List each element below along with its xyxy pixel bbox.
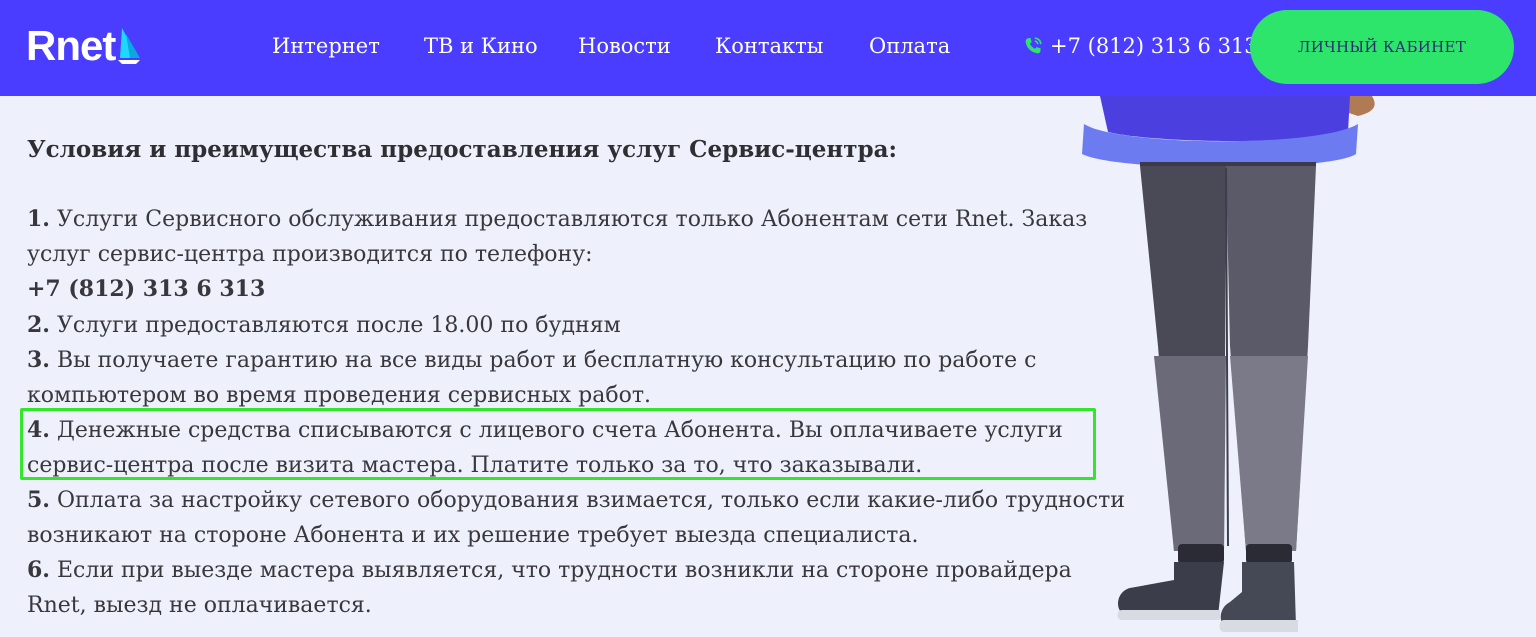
list-item: 6. Если при выезде мастера выявляется, ч… <box>27 553 1137 623</box>
header-phone-number: +7 (812) 313 6 313 <box>1050 34 1258 58</box>
list-item: 4. Денежные средства списываются с лицев… <box>27 413 1137 483</box>
nav-tv[interactable]: ТВ и Кино <box>424 30 538 62</box>
logo[interactable]: Rnet <box>26 24 142 68</box>
page-heading: Условия и преимущества предоставления ус… <box>27 136 897 163</box>
item-text: Услуги предоставляются после 18.00 по бу… <box>56 312 621 338</box>
nav-payment[interactable]: Оплата <box>869 30 950 62</box>
personal-account-button[interactable]: ЛИЧНЫЙ КАБИНЕТ <box>1250 10 1514 84</box>
item-number: 6. <box>27 557 50 583</box>
nav-news[interactable]: Новости <box>578 30 671 62</box>
item-text: Вы получаете гарантию на все виды работ … <box>27 348 1037 408</box>
item-number: 3. <box>27 347 50 373</box>
item-number: 5. <box>27 487 50 513</box>
service-phone[interactable]: +7 (812) 313 6 313 <box>27 276 265 302</box>
nav-internet[interactable]: Интернет <box>272 30 380 62</box>
conditions-list: 1. Услуги Сервисного обслуживания предос… <box>27 202 1137 623</box>
main-content: Условия и преимущества предоставления ус… <box>27 132 1137 623</box>
logo-text: Rnet <box>26 22 116 69</box>
item-number: 2. <box>27 311 50 338</box>
phone-icon <box>1025 37 1042 54</box>
header-phone[interactable]: +7 (812) 313 6 313 <box>1022 30 1258 62</box>
item-text: Если при выезде мастера выявляется, что … <box>27 558 1072 618</box>
item-text: Оплата за настройку сетевого оборудовани… <box>27 488 1125 548</box>
list-item: 5. Оплата за настройку сетевого оборудов… <box>27 483 1137 553</box>
item-text: Денежные средства списываются с лицевого… <box>27 418 1063 478</box>
list-item: 2. Услуги предоставляются после 18.00 по… <box>27 308 1137 344</box>
list-item: 1. Услуги Сервисного обслуживания предос… <box>27 202 1137 308</box>
nav-contacts[interactable]: Контакты <box>715 30 824 62</box>
item-number: 4. <box>27 417 50 443</box>
list-item: 3. Вы получаете гарантию на все виды раб… <box>27 343 1137 413</box>
item-number: 1. <box>27 206 50 232</box>
site-header: Rnet Интернет ТВ и Кино Новости Контакты… <box>0 0 1536 96</box>
sail-icon <box>118 28 141 64</box>
item-text: Услуги Сервисного обслуживания предостав… <box>27 207 1088 267</box>
